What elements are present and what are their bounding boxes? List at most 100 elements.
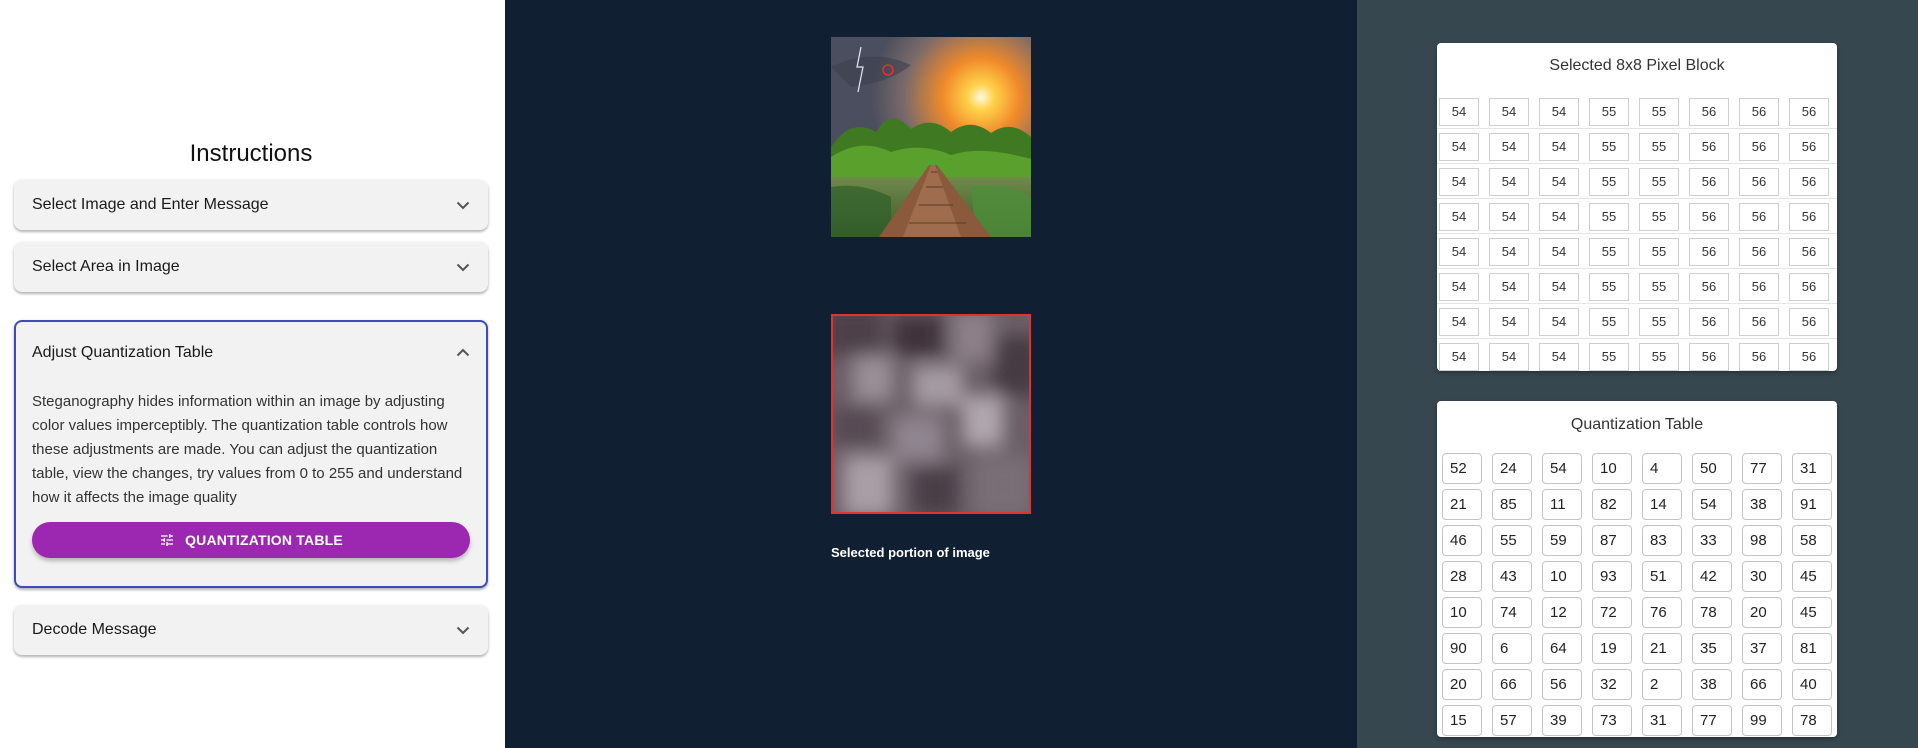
quantization-value-input[interactable]: [1642, 489, 1682, 520]
quantization-value-input[interactable]: [1442, 453, 1482, 484]
pixel-cell: 54: [1439, 238, 1479, 266]
chevron-down-icon: [456, 201, 470, 210]
pixel-cell: 56: [1689, 308, 1729, 336]
accordion-select-image[interactable]: Select Image and Enter Message: [14, 180, 488, 230]
quantization-value-input[interactable]: [1542, 633, 1582, 664]
quantization-value-input[interactable]: [1692, 633, 1732, 664]
quantization-value-input[interactable]: [1592, 705, 1632, 736]
quantization-value-input[interactable]: [1592, 525, 1632, 556]
quantization-value-input[interactable]: [1542, 705, 1582, 736]
quantization-value-input[interactable]: [1642, 633, 1682, 664]
quantization-value-input[interactable]: [1642, 597, 1682, 628]
accordion-header[interactable]: Decode Message: [14, 605, 488, 655]
quantization-value-input[interactable]: [1492, 669, 1532, 700]
tune-icon: [161, 534, 174, 546]
pixel-cell: 55: [1589, 133, 1629, 161]
accordion-select-area[interactable]: Select Area in Image: [14, 242, 488, 292]
quantization-value-input[interactable]: [1442, 633, 1482, 664]
pixel-cell: 54: [1539, 203, 1579, 231]
quantization-value-input[interactable]: [1442, 705, 1482, 736]
quantization-value-input[interactable]: [1442, 525, 1482, 556]
pixel-row: 54 54 54 55 55 56 56 56: [1437, 94, 1837, 129]
pixel-cell: 54: [1489, 273, 1529, 301]
accordion-header[interactable]: Select Image and Enter Message: [14, 180, 488, 230]
quantization-value-input[interactable]: [1642, 705, 1682, 736]
quantization-value-input[interactable]: [1492, 453, 1532, 484]
pixel-cell: 54: [1439, 343, 1479, 371]
pixel-row: 54 54 54 55 55 56 56 56: [1437, 304, 1837, 339]
quantization-value-input[interactable]: [1742, 453, 1782, 484]
quantization-value-input[interactable]: [1492, 597, 1532, 628]
pixel-cell: 55: [1639, 238, 1679, 266]
quantization-value-input[interactable]: [1742, 705, 1782, 736]
quantization-value-input[interactable]: [1492, 561, 1532, 592]
pixel-cell: 54: [1539, 308, 1579, 336]
accordion-header[interactable]: Select Area in Image: [14, 242, 488, 292]
quantization-value-input[interactable]: [1592, 453, 1632, 484]
quantization-value-input[interactable]: [1742, 525, 1782, 556]
quantization-value-input[interactable]: [1742, 561, 1782, 592]
quantization-value-input[interactable]: [1692, 453, 1732, 484]
quantization-value-input[interactable]: [1642, 453, 1682, 484]
quantization-value-input[interactable]: [1692, 525, 1732, 556]
source-image[interactable]: [831, 37, 1031, 237]
quantization-value-input[interactable]: [1642, 561, 1682, 592]
pixel-cell: 55: [1589, 203, 1629, 231]
chevron-down-icon: [456, 263, 470, 272]
quantization-value-input[interactable]: [1792, 633, 1832, 664]
accordion-label: Decode Message: [32, 621, 157, 638]
accordion-description: Steganography hides information within a…: [32, 393, 463, 506]
quantization-value-input[interactable]: [1692, 561, 1732, 592]
quantization-value-input[interactable]: [1492, 489, 1532, 520]
quantization-value-input[interactable]: [1492, 525, 1532, 556]
accordion-adjust-quantization[interactable]: Adjust Quantization Table Steganography …: [14, 320, 488, 588]
quantization-row: [1437, 595, 1837, 631]
quantization-value-input[interactable]: [1492, 705, 1532, 736]
quantization-value-input[interactable]: [1792, 561, 1832, 592]
quantization-value-input[interactable]: [1792, 525, 1832, 556]
quantization-value-input[interactable]: [1692, 489, 1732, 520]
quantization-value-input[interactable]: [1442, 489, 1482, 520]
quantization-value-input[interactable]: [1542, 597, 1582, 628]
quantization-value-input[interactable]: [1792, 453, 1832, 484]
quantization-value-input[interactable]: [1442, 597, 1482, 628]
quantization-value-input[interactable]: [1542, 453, 1582, 484]
quantization-value-input[interactable]: [1692, 597, 1732, 628]
quantization-value-input[interactable]: [1542, 525, 1582, 556]
quantization-value-input[interactable]: [1592, 633, 1632, 664]
pixel-cell: 56: [1739, 308, 1779, 336]
quantization-value-input[interactable]: [1642, 525, 1682, 556]
quantization-value-input[interactable]: [1442, 561, 1482, 592]
quantization-value-input[interactable]: [1742, 633, 1782, 664]
quantization-value-input[interactable]: [1642, 669, 1682, 700]
quantization-value-input[interactable]: [1592, 561, 1632, 592]
accordion-decode-message[interactable]: Decode Message: [14, 605, 488, 655]
accordion-label: Select Area in Image: [32, 258, 180, 275]
quantization-value-input[interactable]: [1542, 669, 1582, 700]
pixel-cell: 54: [1439, 98, 1479, 126]
image-viewer: Selected portion of image: [505, 0, 1357, 748]
quantization-value-input[interactable]: [1692, 705, 1732, 736]
quantization-value-input[interactable]: [1542, 489, 1582, 520]
quantization-table-button[interactable]: QUANTIZATION TABLE: [32, 522, 470, 558]
quantization-value-input[interactable]: [1592, 597, 1632, 628]
quantization-value-input[interactable]: [1742, 489, 1782, 520]
instructions-panel: Instructions Select Image and Enter Mess…: [0, 0, 505, 748]
quantization-value-input[interactable]: [1792, 597, 1832, 628]
quantization-value-input[interactable]: [1542, 561, 1582, 592]
quantization-value-input[interactable]: [1792, 669, 1832, 700]
quantization-value-input[interactable]: [1442, 669, 1482, 700]
quantization-value-input[interactable]: [1792, 705, 1832, 736]
accordion-header[interactable]: Adjust Quantization Table: [16, 322, 486, 384]
pixel-cell: 56: [1789, 98, 1829, 126]
quantization-value-input[interactable]: [1592, 489, 1632, 520]
quantization-value-input[interactable]: [1742, 597, 1782, 628]
quantization-value-input[interactable]: [1792, 489, 1832, 520]
quantization-value-input[interactable]: [1492, 633, 1532, 664]
quantization-value-input[interactable]: [1742, 669, 1782, 700]
pixel-cell: 55: [1589, 98, 1629, 126]
quantization-value-input[interactable]: [1692, 669, 1732, 700]
pixel-cell: 54: [1539, 133, 1579, 161]
pixel-cell: 56: [1689, 273, 1729, 301]
quantization-value-input[interactable]: [1592, 669, 1632, 700]
